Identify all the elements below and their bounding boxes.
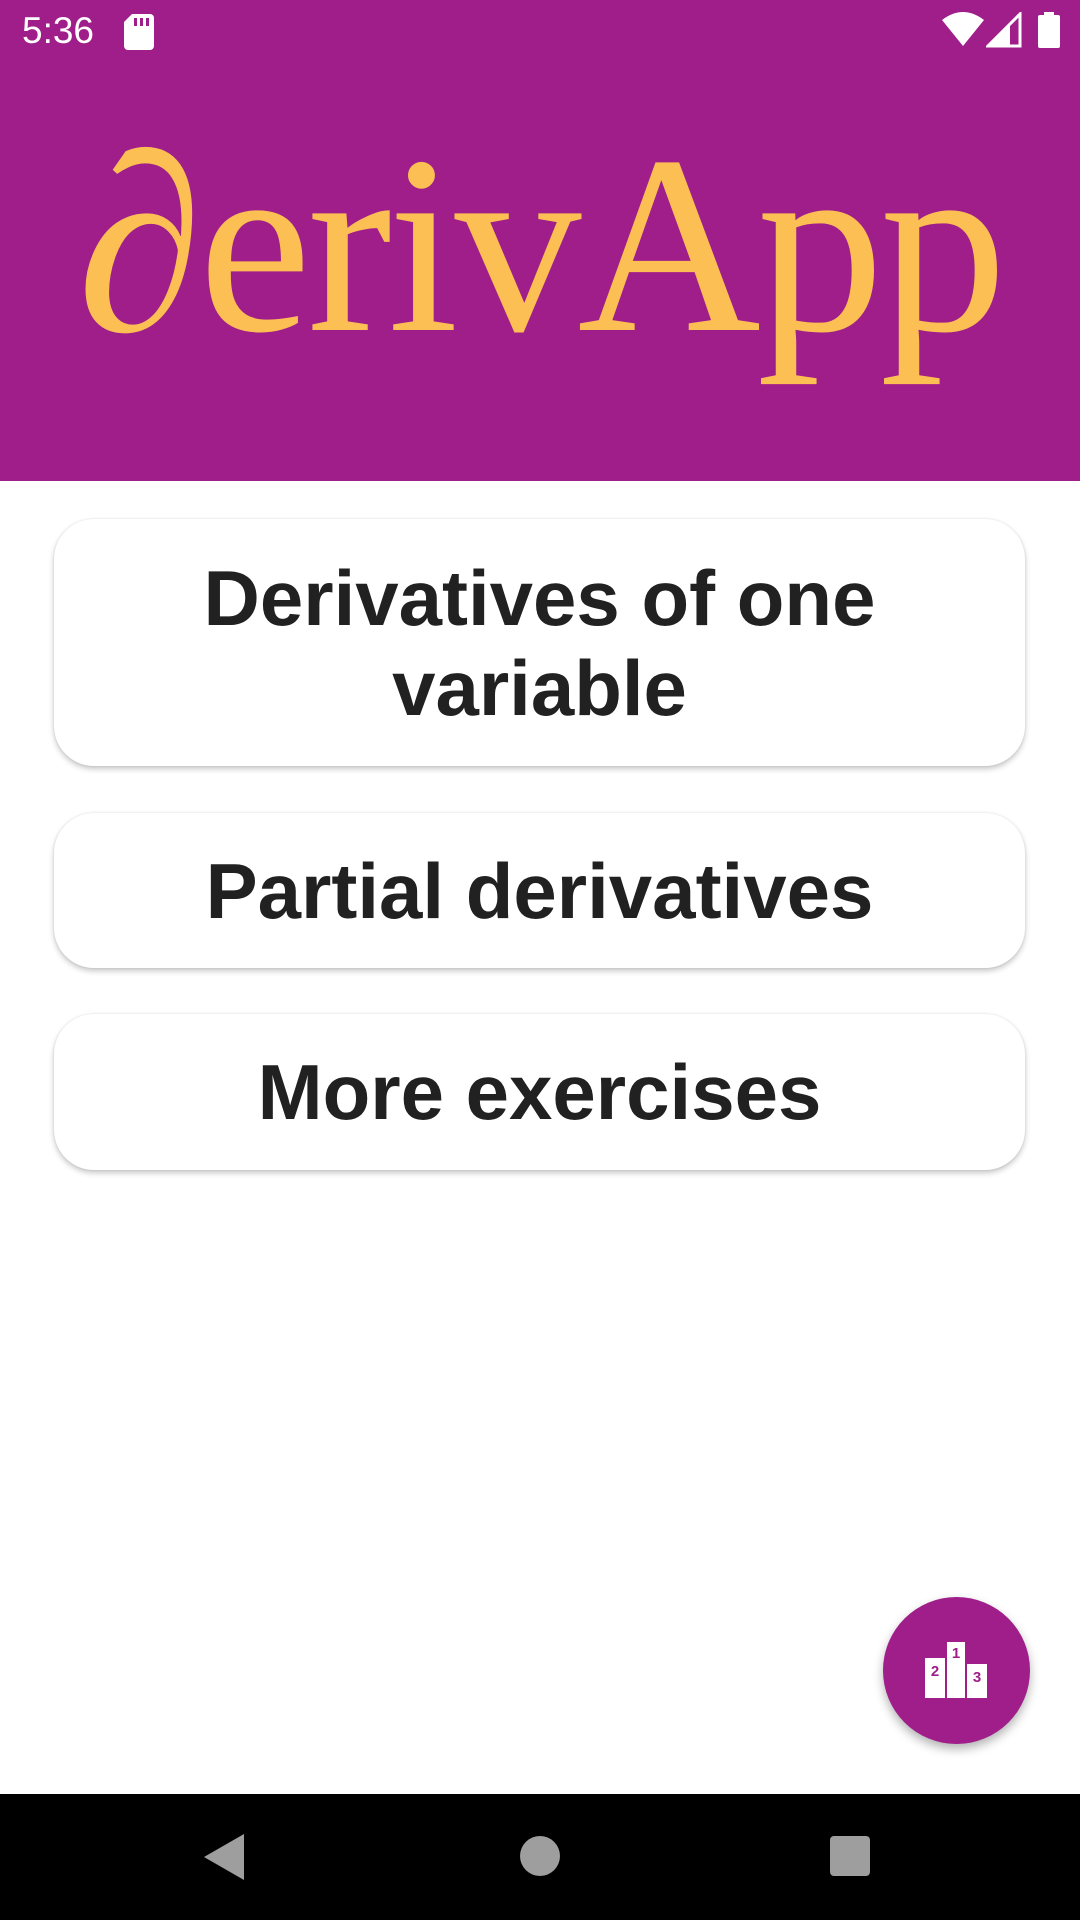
app-header: 5:36 ∂erivApp <box>0 0 1080 481</box>
cell-signal-icon <box>986 12 1022 48</box>
derivatives-one-variable-label: Derivatives of one variable <box>203 553 876 732</box>
app-logo: ∂erivApp <box>77 104 1007 385</box>
derivatives-one-variable-button[interactable]: Derivatives of one variable <box>54 519 1025 766</box>
back-icon[interactable] <box>202 1832 246 1882</box>
podium-label-2: 2 <box>931 1663 939 1680</box>
sd-card-icon <box>124 14 154 50</box>
partial-derivatives-label: Partial derivatives <box>205 846 874 935</box>
more-exercises-button[interactable]: More exercises <box>54 1014 1025 1170</box>
podium-label-3: 3 <box>973 1669 981 1686</box>
leaderboard-fab-button[interactable]: 2 1 3 <box>883 1597 1030 1744</box>
wifi-icon <box>942 12 984 46</box>
leaderboard-podium-icon: 2 1 3 <box>925 1642 987 1698</box>
recents-icon[interactable] <box>830 1836 870 1876</box>
status-bar: 5:36 <box>0 0 1080 64</box>
podium-label-1: 1 <box>952 1645 960 1662</box>
battery-icon <box>1038 12 1060 48</box>
partial-derivatives-button[interactable]: Partial derivatives <box>54 813 1025 968</box>
more-exercises-label: More exercises <box>257 1048 822 1136</box>
status-time: 5:36 <box>22 10 95 51</box>
navigation-bar <box>0 1794 1080 1920</box>
home-icon[interactable] <box>520 1836 560 1876</box>
